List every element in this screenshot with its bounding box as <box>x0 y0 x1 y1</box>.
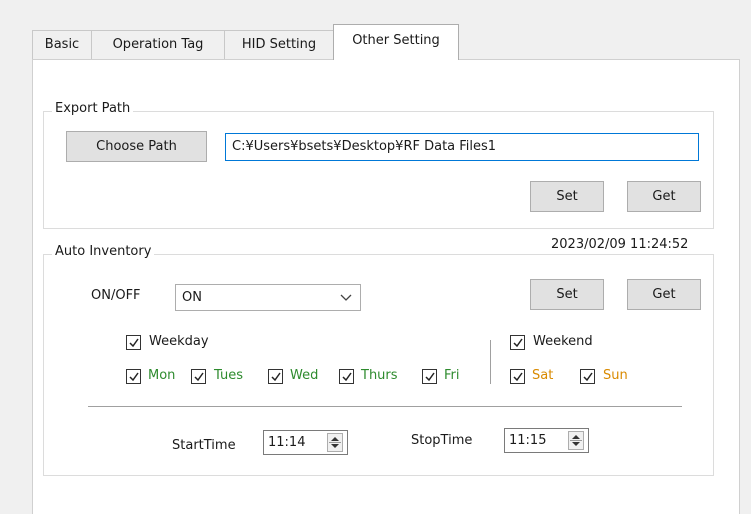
weekday-label: Weekday <box>149 334 209 349</box>
export-set-button[interactable]: Set <box>530 181 604 212</box>
start-time-label: StartTime <box>172 438 236 453</box>
tab-hid-setting[interactable]: HID Setting <box>224 30 334 59</box>
sat-label: Sat <box>532 368 554 383</box>
wed-label: Wed <box>290 368 319 383</box>
current-timestamp: 2023/02/09 11:24:52 <box>551 237 689 252</box>
onoff-select-value: ON <box>182 290 202 305</box>
up-down-arrows-icon <box>329 437 341 448</box>
export-get-button[interactable]: Get <box>627 181 701 212</box>
stop-time-picker[interactable]: 11:15 <box>504 428 589 453</box>
checkmark-icon <box>583 372 593 382</box>
checkmark-icon <box>129 372 139 382</box>
start-time-picker[interactable]: 11:14 <box>263 430 348 455</box>
tab-other-setting[interactable]: Other Setting <box>333 24 459 60</box>
tues-label: Tues <box>214 368 243 383</box>
tues-checkbox[interactable] <box>191 369 206 384</box>
tab-operation-tag[interactable]: Operation Tag <box>91 30 225 59</box>
inventory-set-button[interactable]: Set <box>530 279 604 310</box>
tab-basic[interactable]: Basic <box>32 30 92 59</box>
inventory-get-button[interactable]: Get <box>627 279 701 310</box>
onoff-label: ON/OFF <box>91 288 141 303</box>
stop-time-spinner[interactable] <box>568 431 584 450</box>
stop-time-label: StopTime <box>411 433 473 448</box>
mon-checkbox[interactable] <box>126 369 141 384</box>
checkmark-icon <box>194 372 204 382</box>
mon-label: Mon <box>148 368 176 383</box>
checkmark-icon <box>513 338 523 348</box>
fri-label: Fri <box>444 368 460 383</box>
choose-path-button[interactable]: Choose Path <box>66 131 207 162</box>
export-path-legend: Export Path <box>52 101 134 116</box>
start-time-spinner[interactable] <box>327 433 343 452</box>
checkmark-icon <box>271 372 281 382</box>
fri-checkbox[interactable] <box>422 369 437 384</box>
stop-time-value: 11:15 <box>509 433 547 448</box>
weekday-weekend-divider <box>490 340 491 384</box>
sun-label: Sun <box>603 368 628 383</box>
weekend-label: Weekend <box>533 334 593 349</box>
start-time-value: 11:14 <box>268 435 306 450</box>
auto-inventory-legend: Auto Inventory <box>52 244 155 259</box>
chevron-down-icon <box>340 285 352 319</box>
checkmark-icon <box>129 338 139 348</box>
onoff-select[interactable]: ON <box>175 284 361 311</box>
schedule-separator <box>88 406 682 407</box>
checkmark-icon <box>425 372 435 382</box>
auto-inventory-group <box>43 254 714 476</box>
thurs-checkbox[interactable] <box>339 369 354 384</box>
checkmark-icon <box>513 372 523 382</box>
up-down-arrows-icon <box>570 435 582 446</box>
export-path-group <box>43 111 714 229</box>
weekday-checkbox[interactable] <box>126 335 141 350</box>
sat-checkbox[interactable] <box>510 369 525 384</box>
weekend-checkbox[interactable] <box>510 335 525 350</box>
checkmark-icon <box>342 372 352 382</box>
export-path-input[interactable]: C:¥Users¥bsets¥Desktop¥RF Data Files1 <box>225 133 699 161</box>
sun-checkbox[interactable] <box>580 369 595 384</box>
wed-checkbox[interactable] <box>268 369 283 384</box>
thurs-label: Thurs <box>361 368 398 383</box>
